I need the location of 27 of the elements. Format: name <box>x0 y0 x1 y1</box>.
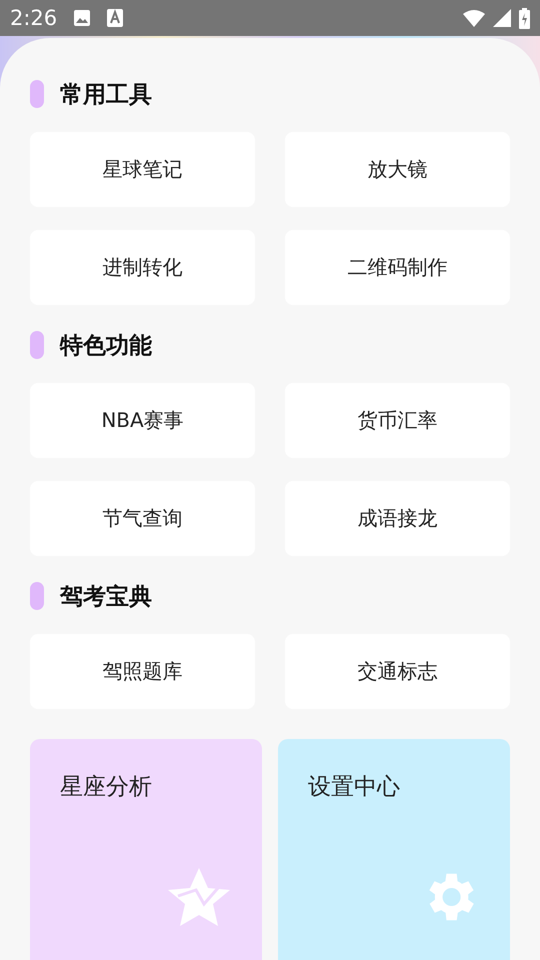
tool-button[interactable]: 成语接龙 <box>285 481 510 556</box>
star-icon <box>166 866 232 928</box>
tool-button[interactable]: 交通标志 <box>285 634 510 709</box>
feature-card[interactable]: 星座分析 <box>30 739 262 960</box>
section-title: 驾考宝典 <box>60 582 152 612</box>
card-title: 设置中心 <box>308 773 400 802</box>
signal-icon <box>493 9 511 27</box>
image-icon <box>73 9 92 27</box>
section-marker <box>30 331 44 359</box>
status-time: 2:26 <box>10 6 58 30</box>
card-title: 星座分析 <box>60 773 152 802</box>
tool-button[interactable]: 货币汇率 <box>285 383 510 458</box>
section-marker <box>30 80 44 108</box>
section-title: 特色功能 <box>60 332 152 360</box>
section-title: 常用工具 <box>60 80 152 110</box>
section-marker <box>30 582 44 610</box>
wifi-icon <box>463 9 485 27</box>
font-icon <box>107 9 124 27</box>
tool-button[interactable]: NBA赛事 <box>30 383 255 458</box>
feature-card[interactable]: 设置中心 <box>278 739 510 960</box>
tool-button[interactable]: 星球笔记 <box>30 132 255 207</box>
tool-button[interactable]: 二维码制作 <box>285 230 510 305</box>
tool-button[interactable]: 节气查询 <box>30 481 255 556</box>
tool-button[interactable]: 进制转化 <box>30 230 255 305</box>
tool-button[interactable]: 放大镜 <box>285 132 510 207</box>
battery-icon <box>519 8 530 28</box>
tool-button[interactable]: 驾照题库 <box>30 634 255 709</box>
